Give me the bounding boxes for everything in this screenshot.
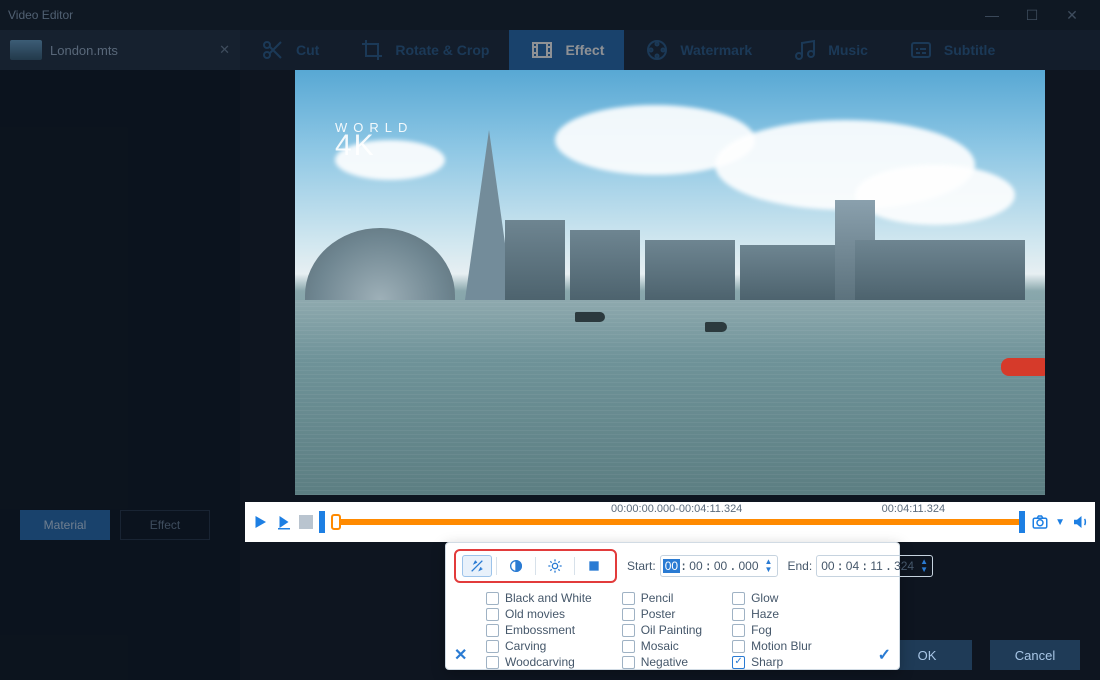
popup-confirm-icon[interactable]: ✓ [878, 645, 891, 665]
effect-option-black-and-white[interactable]: Black and White [486, 591, 592, 605]
effect-option-haze[interactable]: Haze [732, 607, 812, 621]
checkbox-icon[interactable] [732, 624, 745, 637]
effect-option-embossment[interactable]: Embossment [486, 623, 592, 637]
effect-option-label: Pencil [641, 591, 674, 605]
checkbox-icon[interactable] [486, 624, 499, 637]
checkbox-icon[interactable] [622, 592, 635, 605]
snapshot-button[interactable] [1031, 513, 1049, 531]
start-spinner[interactable]: ▲▼ [763, 558, 775, 574]
end-label: End: [788, 559, 813, 573]
preview-watermark: WORLD 4K [335, 120, 413, 157]
end-time-input[interactable]: 00:04:11.324 ▲▼ [816, 555, 933, 577]
play-button[interactable] [251, 513, 269, 531]
effects-popup: Start: 00:00:00.000 ▲▼ End: 00:04:11.324… [445, 542, 900, 670]
play-range-button[interactable] [275, 513, 293, 531]
titlebar: Video Editor ― ☐ ✕ [0, 0, 1100, 30]
effect-option-pencil[interactable]: Pencil [622, 591, 702, 605]
file-thumbnail [10, 40, 42, 60]
snapshot-chevron-icon[interactable]: ▼ [1055, 517, 1065, 528]
tool-rotate-crop[interactable]: Rotate & Crop [339, 30, 509, 70]
sidebar-tab-material[interactable]: Material [20, 510, 110, 540]
file-name: London.mts [50, 43, 118, 58]
effect-option-label: Old movies [505, 607, 565, 621]
film-icon [529, 37, 555, 63]
close-button[interactable]: ✕ [1052, 5, 1092, 25]
effect-option-old-movies[interactable]: Old movies [486, 607, 592, 621]
checkbox-icon[interactable] [622, 608, 635, 621]
app-title: Video Editor [8, 8, 73, 22]
subtitle-icon [908, 37, 934, 63]
effect-option-label: Poster [641, 607, 676, 621]
effect-option-poster[interactable]: Poster [622, 607, 702, 621]
tool-effect[interactable]: Effect [509, 30, 624, 70]
effect-option-label: Haze [751, 607, 779, 621]
popup-cancel-icon[interactable]: ✕ [454, 645, 467, 665]
sidebar: Material Effect [0, 70, 240, 680]
range-end-marker[interactable] [1019, 511, 1025, 533]
timeline-range-label: 00:00:00.000-00:04:11.324 [611, 503, 742, 515]
start-time-input[interactable]: 00:00:00.000 ▲▼ [660, 555, 778, 577]
effect-mode-color[interactable] [579, 555, 609, 577]
scissors-icon [260, 37, 286, 63]
checkbox-icon[interactable] [732, 592, 745, 605]
effect-option-oil-painting[interactable]: Oil Painting [622, 623, 702, 637]
effect-mode-group [454, 549, 617, 583]
reel-icon [644, 37, 670, 63]
crop-icon [359, 37, 385, 63]
tool-subtitle[interactable]: Subtitle [888, 30, 1015, 70]
tool-watermark[interactable]: Watermark [624, 30, 772, 70]
file-chip[interactable]: London.mts ✕ [0, 30, 240, 70]
seek-thumb[interactable] [331, 514, 341, 530]
effect-option-label: Glow [751, 591, 778, 605]
effect-option-label: Embossment [505, 623, 575, 637]
dialog-footer: OK Cancel [882, 640, 1080, 670]
main-toolbar: Cut Rotate & Crop Effect Watermark Music… [240, 30, 1100, 70]
cancel-button[interactable]: Cancel [990, 640, 1080, 670]
checkbox-icon[interactable] [486, 592, 499, 605]
tool-cut[interactable]: Cut [240, 30, 339, 70]
music-icon [792, 37, 818, 63]
tool-music[interactable]: Music [772, 30, 888, 70]
checkbox-icon[interactable] [622, 624, 635, 637]
range-start-marker[interactable] [319, 511, 325, 533]
effect-mode-contrast[interactable] [501, 555, 531, 577]
file-remove-icon[interactable]: ✕ [219, 42, 230, 58]
effect-option-label: Oil Painting [641, 623, 702, 637]
stop-button[interactable] [299, 515, 313, 529]
sidebar-tab-effect[interactable]: Effect [120, 510, 210, 540]
volume-button[interactable] [1071, 513, 1089, 531]
effect-option-fog[interactable]: Fog [732, 623, 812, 637]
checkbox-icon[interactable] [732, 608, 745, 621]
seek-track[interactable]: 00:00:00.000-00:04:11.324 00:04:11.324 [331, 519, 1025, 525]
minimize-button[interactable]: ― [972, 5, 1012, 25]
video-preview[interactable]: WORLD 4K [295, 70, 1045, 495]
end-spinner[interactable]: ▲▼ [918, 558, 930, 574]
effect-option-label: Black and White [505, 591, 592, 605]
effect-option-glow[interactable]: Glow [732, 591, 812, 605]
timeline-end-label: 00:04:11.324 [882, 503, 945, 515]
effect-mode-filters[interactable] [462, 555, 492, 577]
maximize-button[interactable]: ☐ [1012, 5, 1052, 25]
checkbox-icon[interactable] [486, 608, 499, 621]
effect-option-label: Fog [751, 623, 772, 637]
effect-mode-brightness[interactable] [540, 555, 570, 577]
start-label: Start: [627, 559, 656, 573]
timeline: 00:00:00.000-00:04:11.324 00:04:11.324 ▼ [245, 502, 1095, 542]
